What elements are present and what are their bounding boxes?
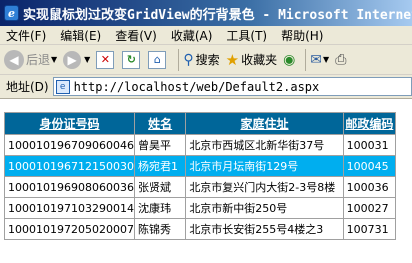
back-label: 后退 [26,53,51,67]
window-title: 实现鼠标划过改变GridView的行背景色 - Microsoft Intern… [22,7,412,23]
address-label: 地址(D) [6,80,49,94]
table-row[interactable]: 100010196908060036 张贤斌 北京市复兴门内大街2-3号8楼 1… [4,176,397,198]
menu-tools[interactable]: 工具(T) [226,27,267,44]
media-button[interactable]: ◉ [283,52,295,68]
cell-address: 北京市新中街250号 [185,197,344,219]
media-icon: ◉ [283,51,296,68]
mail-icon: ✉ [310,51,323,68]
menu-bar: 文件(F) 编辑(E) 查看(V) 收藏(A) 工具(T) 帮助(H) [0,26,412,45]
refresh-button[interactable]: ↻ [122,50,142,69]
gridview-table: 身份证号码 姓名 家庭住址 邮政编码 100010196709060046 曾昊… [4,112,397,240]
column-header-address[interactable]: 家庭住址 [185,112,344,135]
toolbar-separator [305,48,307,71]
search-label: 搜索 [195,53,220,67]
toolbar-separator [178,48,180,71]
internet-explorer-icon: e [4,5,19,21]
table-header-row: 身份证号码 姓名 家庭住址 邮政编码 [4,112,397,135]
page-content: 身份证号码 姓名 家庭住址 邮政编码 100010196709060046 曾昊… [0,100,412,263]
cell-id: 100010197205020007 [4,218,135,240]
favorites-label: 收藏夹 [241,53,278,67]
mail-dropdown-icon: ▼ [323,55,330,64]
cell-zip: 100045 [342,155,397,177]
cell-address: 北京市月坛南街129号 [185,155,344,177]
cell-address: 北京市复兴门内大街2-3号8楼 [185,176,344,198]
cell-name: 沈康玮 [133,197,187,219]
menu-view[interactable]: 查看(V) [115,27,157,44]
stop-icon: ✕ [96,50,115,69]
forward-button[interactable]: ▶ ▼ [63,50,91,69]
back-dropdown-icon: ▼ [51,55,58,64]
search-icon: ⚲ [183,51,194,68]
back-icon: ◀ [4,49,24,70]
mail-button[interactable]: ✉ ▼ [310,52,329,68]
forward-icon: ▶ [63,50,82,69]
table-row[interactable]: 100010197103290014 沈康玮 北京市新中街250号 100027 [4,197,397,219]
back-button[interactable]: ◀ 后退 ▼ [4,49,58,70]
cell-zip: 100036 [342,176,397,198]
cell-zip: 100031 [342,134,397,156]
table-row-highlighted[interactable]: 100010196712150030 杨宛君1 北京市月坛南街129号 1000… [4,155,397,177]
address-url: http://localhost/web/Default2.aspx [73,79,320,94]
cell-id: 100010196712150030 [4,155,135,177]
column-header-id[interactable]: 身份证号码 [4,112,135,135]
window-titlebar: e 实现鼠标划过改变GridView的行背景色 - Microsoft Inte… [0,0,412,26]
column-header-zip[interactable]: 邮政编码 [342,112,397,135]
menu-edit[interactable]: 编辑(E) [60,27,101,44]
toolbar: ◀ 后退 ▼ ▶ ▼ ✕ ↻ ⌂ ⚲ 搜索 ★ 收藏夹 ◉ ✉ ▼ ⎙ [0,45,412,75]
print-icon: ⎙ [335,51,347,68]
home-button[interactable]: ⌂ [148,50,168,69]
refresh-icon: ↻ [122,50,141,69]
address-input[interactable]: e http://localhost/web/Default2.aspx [52,77,412,96]
address-bar: 地址(D) e http://localhost/web/Default2.as… [0,75,412,99]
cell-zip: 100731 [342,218,397,240]
cell-id: 100010196709060046 [4,134,135,156]
cell-id: 100010196908060036 [4,176,135,198]
home-icon: ⌂ [148,50,167,69]
search-button[interactable]: ⚲ 搜索 [183,51,219,68]
menu-favorites[interactable]: 收藏(A) [171,27,213,44]
cell-name: 张贤斌 [133,176,187,198]
menu-help[interactable]: 帮助(H) [281,27,323,44]
column-header-name[interactable]: 姓名 [133,112,187,135]
cell-address: 北京市西城区北新华街37号 [185,134,344,156]
page-icon: e [55,79,70,94]
table-row[interactable]: 100010197205020007 陈锦秀 北京市长安街255号4楼之3 10… [4,218,397,240]
cell-address: 北京市长安街255号4楼之3 [185,218,344,240]
cell-name: 杨宛君1 [133,155,187,177]
stop-button[interactable]: ✕ [96,50,116,69]
cell-name: 曾昊平 [133,134,187,156]
cell-zip: 100027 [342,197,397,219]
cell-name: 陈锦秀 [133,218,187,240]
menu-file[interactable]: 文件(F) [6,27,46,44]
table-row[interactable]: 100010196709060046 曾昊平 北京市西城区北新华街37号 100… [4,134,397,156]
cell-id: 100010197103290014 [4,197,135,219]
favorites-button[interactable]: ★ 收藏夹 [226,51,277,69]
favorites-icon: ★ [225,50,240,69]
forward-dropdown-icon: ▼ [84,55,91,64]
print-button[interactable]: ⎙ [335,52,346,68]
